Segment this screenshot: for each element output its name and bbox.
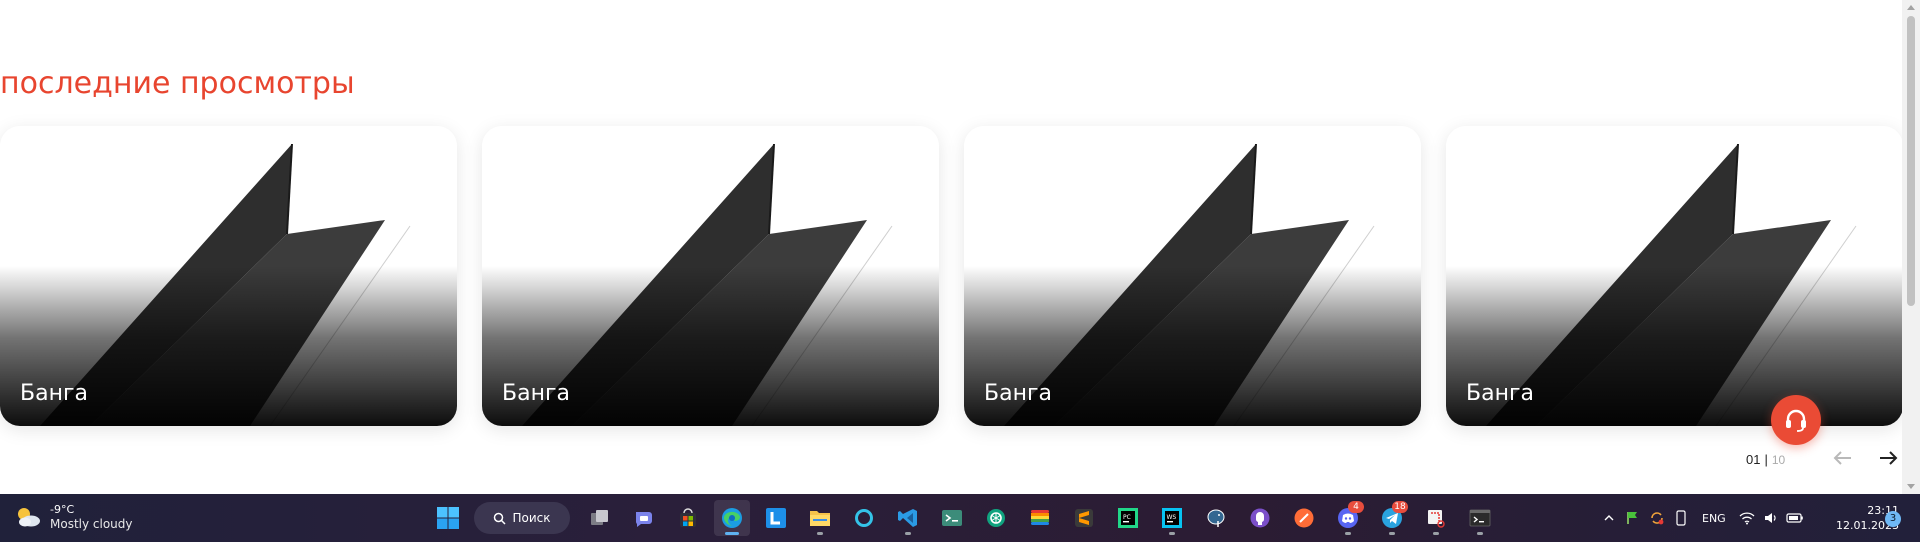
- tray-wifi[interactable]: [1736, 506, 1758, 530]
- taskbar-github-desktop[interactable]: [1242, 500, 1278, 536]
- pager-current: 01: [1746, 452, 1761, 467]
- taskbar-terminal-app[interactable]: [934, 500, 970, 536]
- taskbar-edge[interactable]: [714, 500, 750, 536]
- folder-icon: [810, 511, 830, 526]
- rainbow-icon: [1031, 510, 1049, 525]
- taskbar-task-view[interactable]: [582, 500, 618, 536]
- card-title: Банга: [1466, 381, 1534, 406]
- phone-icon: [1676, 510, 1686, 526]
- pager-total: 10: [1771, 453, 1786, 467]
- taskbar-teams-chat[interactable]: [626, 500, 662, 536]
- weather-temperature: -9°C: [50, 503, 75, 516]
- taskbar-vscode[interactable]: [890, 500, 926, 536]
- terminal-icon: [942, 510, 962, 526]
- input-language-indicator[interactable]: ENG: [1702, 512, 1726, 525]
- search-label: Поиск: [512, 511, 551, 525]
- taskbar-apps: Поиск PC WS 4 18: [430, 500, 1506, 536]
- ring-icon: [855, 509, 873, 527]
- scroll-down-arrow-icon[interactable]: [1907, 484, 1915, 489]
- chat-icon: [636, 512, 652, 527]
- taskbar-microsoft-store[interactable]: [670, 500, 706, 536]
- sublime-icon: [1075, 509, 1093, 527]
- elephant-icon: [1207, 509, 1225, 527]
- notification-count-badge[interactable]: 3: [1885, 511, 1901, 527]
- taskbar-telegram[interactable]: 18: [1374, 500, 1410, 536]
- task-view-icon: [591, 510, 608, 525]
- partly-cloudy-icon: [18, 508, 40, 527]
- battery-icon: [1786, 513, 1803, 523]
- discord-badge: 4: [1348, 501, 1364, 513]
- carousel-next-button[interactable]: [1876, 446, 1902, 470]
- product-card[interactable]: Банга: [482, 126, 939, 426]
- weather-description: Mostly cloudy: [50, 517, 133, 531]
- system-tray: ENG: [1598, 500, 1808, 536]
- product-card[interactable]: Банга: [0, 126, 457, 426]
- tray-battery[interactable]: [1784, 506, 1806, 530]
- taskbar-pycharm[interactable]: PC: [1110, 500, 1146, 536]
- carousel-prev-button[interactable]: [1829, 446, 1857, 470]
- edge-icon: [722, 508, 742, 528]
- section-title: последние просмотры: [0, 66, 355, 101]
- recently-viewed-carousel: Банга Банга Банга Банга: [0, 126, 1902, 426]
- tray-volume[interactable]: [1760, 506, 1782, 530]
- pager-separator: |: [1764, 452, 1768, 467]
- weather-widget[interactable]: -9°C Mostly cloudy: [14, 502, 133, 532]
- telegram-badge: 18: [1392, 501, 1408, 513]
- windows-logo-icon: [437, 507, 459, 529]
- taskbar-launcher-l[interactable]: [758, 500, 794, 536]
- vertical-scrollbar[interactable]: [1902, 0, 1920, 494]
- wifi-icon: [1739, 512, 1755, 525]
- taskbar-snipping-tool[interactable]: [1418, 500, 1454, 536]
- taskbar-chatgpt[interactable]: [978, 500, 1014, 536]
- store-icon: [680, 508, 696, 527]
- taskbar-command-prompt[interactable]: [1462, 500, 1498, 536]
- card-title: Банга: [20, 381, 88, 406]
- arrow-right-icon: [1880, 451, 1898, 465]
- page-content: последние просмотры Банга Банга Банга Ба…: [0, 0, 1902, 494]
- taskbar-sublime-text[interactable]: [1066, 500, 1102, 536]
- svg-text:PC: PC: [1123, 514, 1131, 521]
- taskbar-file-explorer[interactable]: [802, 500, 838, 536]
- postman-icon: [1294, 508, 1314, 528]
- flag-icon: [1627, 512, 1637, 524]
- taskbar-postman[interactable]: [1286, 500, 1322, 536]
- pycharm-icon: PC: [1118, 508, 1138, 528]
- webstorm-icon: WS: [1162, 508, 1182, 528]
- l-app-icon: [766, 508, 786, 528]
- show-hidden-icons-button[interactable]: [1598, 506, 1620, 530]
- product-card[interactable]: Банга: [964, 126, 1421, 426]
- scroll-up-arrow-icon[interactable]: [1907, 5, 1915, 10]
- tray-phone-link[interactable]: [1670, 506, 1692, 530]
- tray-sync-app[interactable]: [1646, 506, 1668, 530]
- support-chat-button[interactable]: [1771, 395, 1821, 445]
- search-icon: [494, 512, 507, 525]
- github-icon: [1250, 508, 1270, 528]
- taskbar-postgresql[interactable]: [1198, 500, 1234, 536]
- cmd-icon: [1469, 509, 1491, 527]
- taskbar-webstorm[interactable]: WS: [1154, 500, 1190, 536]
- card-title: Банга: [984, 381, 1052, 406]
- arrow-left-icon: [1833, 451, 1851, 465]
- card-title: Банга: [502, 381, 570, 406]
- openai-icon: [987, 509, 1005, 527]
- scrollbar-thumb[interactable]: [1907, 16, 1915, 306]
- snip-icon: [1428, 510, 1445, 528]
- chevron-up-icon: [1604, 515, 1614, 521]
- product-card[interactable]: Банга: [1446, 126, 1902, 426]
- taskbar-discord[interactable]: 4: [1330, 500, 1366, 536]
- sync-icon: [1651, 512, 1664, 525]
- carousel-pager: 01 | 10: [1746, 452, 1785, 467]
- start-button[interactable]: [430, 500, 466, 536]
- speaker-icon: [1764, 513, 1776, 523]
- tray-flag-app[interactable]: [1622, 506, 1644, 530]
- headset-icon: [1786, 409, 1806, 432]
- taskbar-search[interactable]: Поиск: [474, 502, 570, 534]
- svg-text:WS: WS: [1167, 514, 1177, 521]
- taskbar-cortana[interactable]: [846, 500, 882, 536]
- taskbar-colorful-app[interactable]: [1022, 500, 1058, 536]
- windows-taskbar: -9°C Mostly cloudy Поиск PC WS 4 18 ENG …: [0, 494, 1920, 542]
- vscode-icon: [898, 509, 917, 527]
